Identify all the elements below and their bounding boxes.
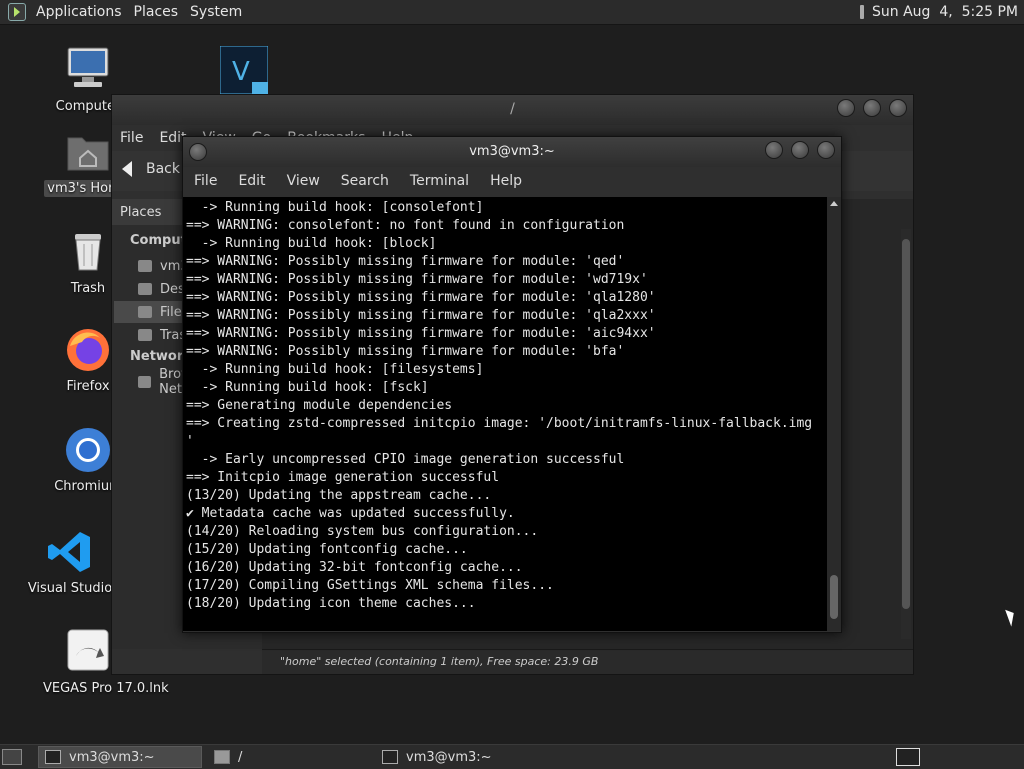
home-icon (138, 260, 152, 272)
fm-menu-file[interactable]: File (120, 130, 143, 146)
system-logo-icon[interactable] (8, 3, 26, 21)
fm-scrollbar[interactable] (901, 229, 911, 639)
chromium-icon (64, 426, 112, 474)
desktop-icon-vscode[interactable]: Visual Studio (22, 528, 118, 597)
task-file-manager[interactable]: / (208, 747, 370, 767)
terminal-title: vm3@vm3:~ (469, 144, 555, 159)
terminal-menu-help[interactable]: Help (490, 173, 522, 189)
applications-menu[interactable]: Applications (36, 4, 122, 20)
terminal-menu-file[interactable]: File (194, 173, 217, 189)
drive-icon (138, 306, 152, 318)
terminal-titlebar[interactable]: vm3@vm3:~ (183, 137, 841, 167)
mouse-cursor-icon (1005, 607, 1018, 627)
show-desktop-icon[interactable] (2, 749, 22, 765)
terminal-minimize-button[interactable] (765, 141, 783, 159)
terminal-output: -> Running build hook: [consolefont] ==>… (186, 200, 813, 611)
computer-icon (64, 46, 112, 94)
terminal-screen[interactable]: -> Running build hook: [consolefont] ==>… (183, 197, 827, 631)
svg-text:V: V (232, 57, 250, 87)
fm-close-button[interactable] (889, 99, 907, 117)
fm-maximize-button[interactable] (863, 99, 881, 117)
network-icon (138, 376, 152, 388)
vegas-shortcut-icon (64, 628, 112, 676)
terminal-menu-terminal[interactable]: Terminal (410, 173, 469, 189)
fm-titlebar[interactable]: / (112, 95, 913, 125)
terminal-scrollbar[interactable] (827, 197, 841, 631)
scroll-up-arrow-icon[interactable] (830, 201, 838, 206)
trash-icon (138, 329, 152, 341)
back-button[interactable]: Back (122, 161, 180, 177)
task-terminal-2[interactable]: vm3@vm3:~ (376, 747, 538, 767)
firefox-icon (64, 326, 112, 374)
places-menu[interactable]: Places (134, 4, 179, 20)
terminal-menubar: File Edit View Search Terminal Help (183, 167, 841, 195)
back-arrow-icon (122, 161, 132, 177)
terminal-maximize-button[interactable] (791, 141, 809, 159)
terminal-menu-edit[interactable]: Edit (238, 173, 265, 189)
task-terminal-1[interactable]: vm3@vm3:~ (38, 746, 202, 768)
top-panel: Applications Places System Sun Aug 4, 5:… (0, 0, 1024, 25)
folder-icon (214, 750, 230, 764)
terminal-menu-search[interactable]: Search (341, 173, 389, 189)
desktop-icon (138, 283, 152, 295)
clock[interactable]: Sun Aug 4, 5:25 PM (872, 4, 1018, 20)
terminal-icon (45, 750, 61, 764)
fm-minimize-button[interactable] (837, 99, 855, 117)
fm-title: / (510, 101, 515, 117)
vscode-icon (46, 528, 94, 576)
system-menu[interactable]: System (190, 4, 242, 20)
workspace-switcher[interactable] (896, 748, 920, 766)
panel-handle-icon (860, 5, 864, 19)
vegas-17-icon: V (219, 45, 269, 95)
trash-icon (64, 228, 112, 276)
terminal-scroll-thumb[interactable] (830, 575, 838, 619)
terminal-menu-view[interactable]: View (287, 173, 320, 189)
terminal-icon (382, 750, 398, 764)
terminal-close-button[interactable] (817, 141, 835, 159)
fm-statusbar: "home" selected (containing 1 item), Fre… (262, 649, 913, 674)
home-folder-icon (64, 128, 112, 176)
taskbar: vm3@vm3:~ / vm3@vm3:~ (0, 744, 1024, 769)
terminal-window[interactable]: vm3@vm3:~ File Edit View Search Terminal… (182, 136, 842, 633)
desktop-icon-vegas17[interactable]: V (196, 45, 292, 98)
